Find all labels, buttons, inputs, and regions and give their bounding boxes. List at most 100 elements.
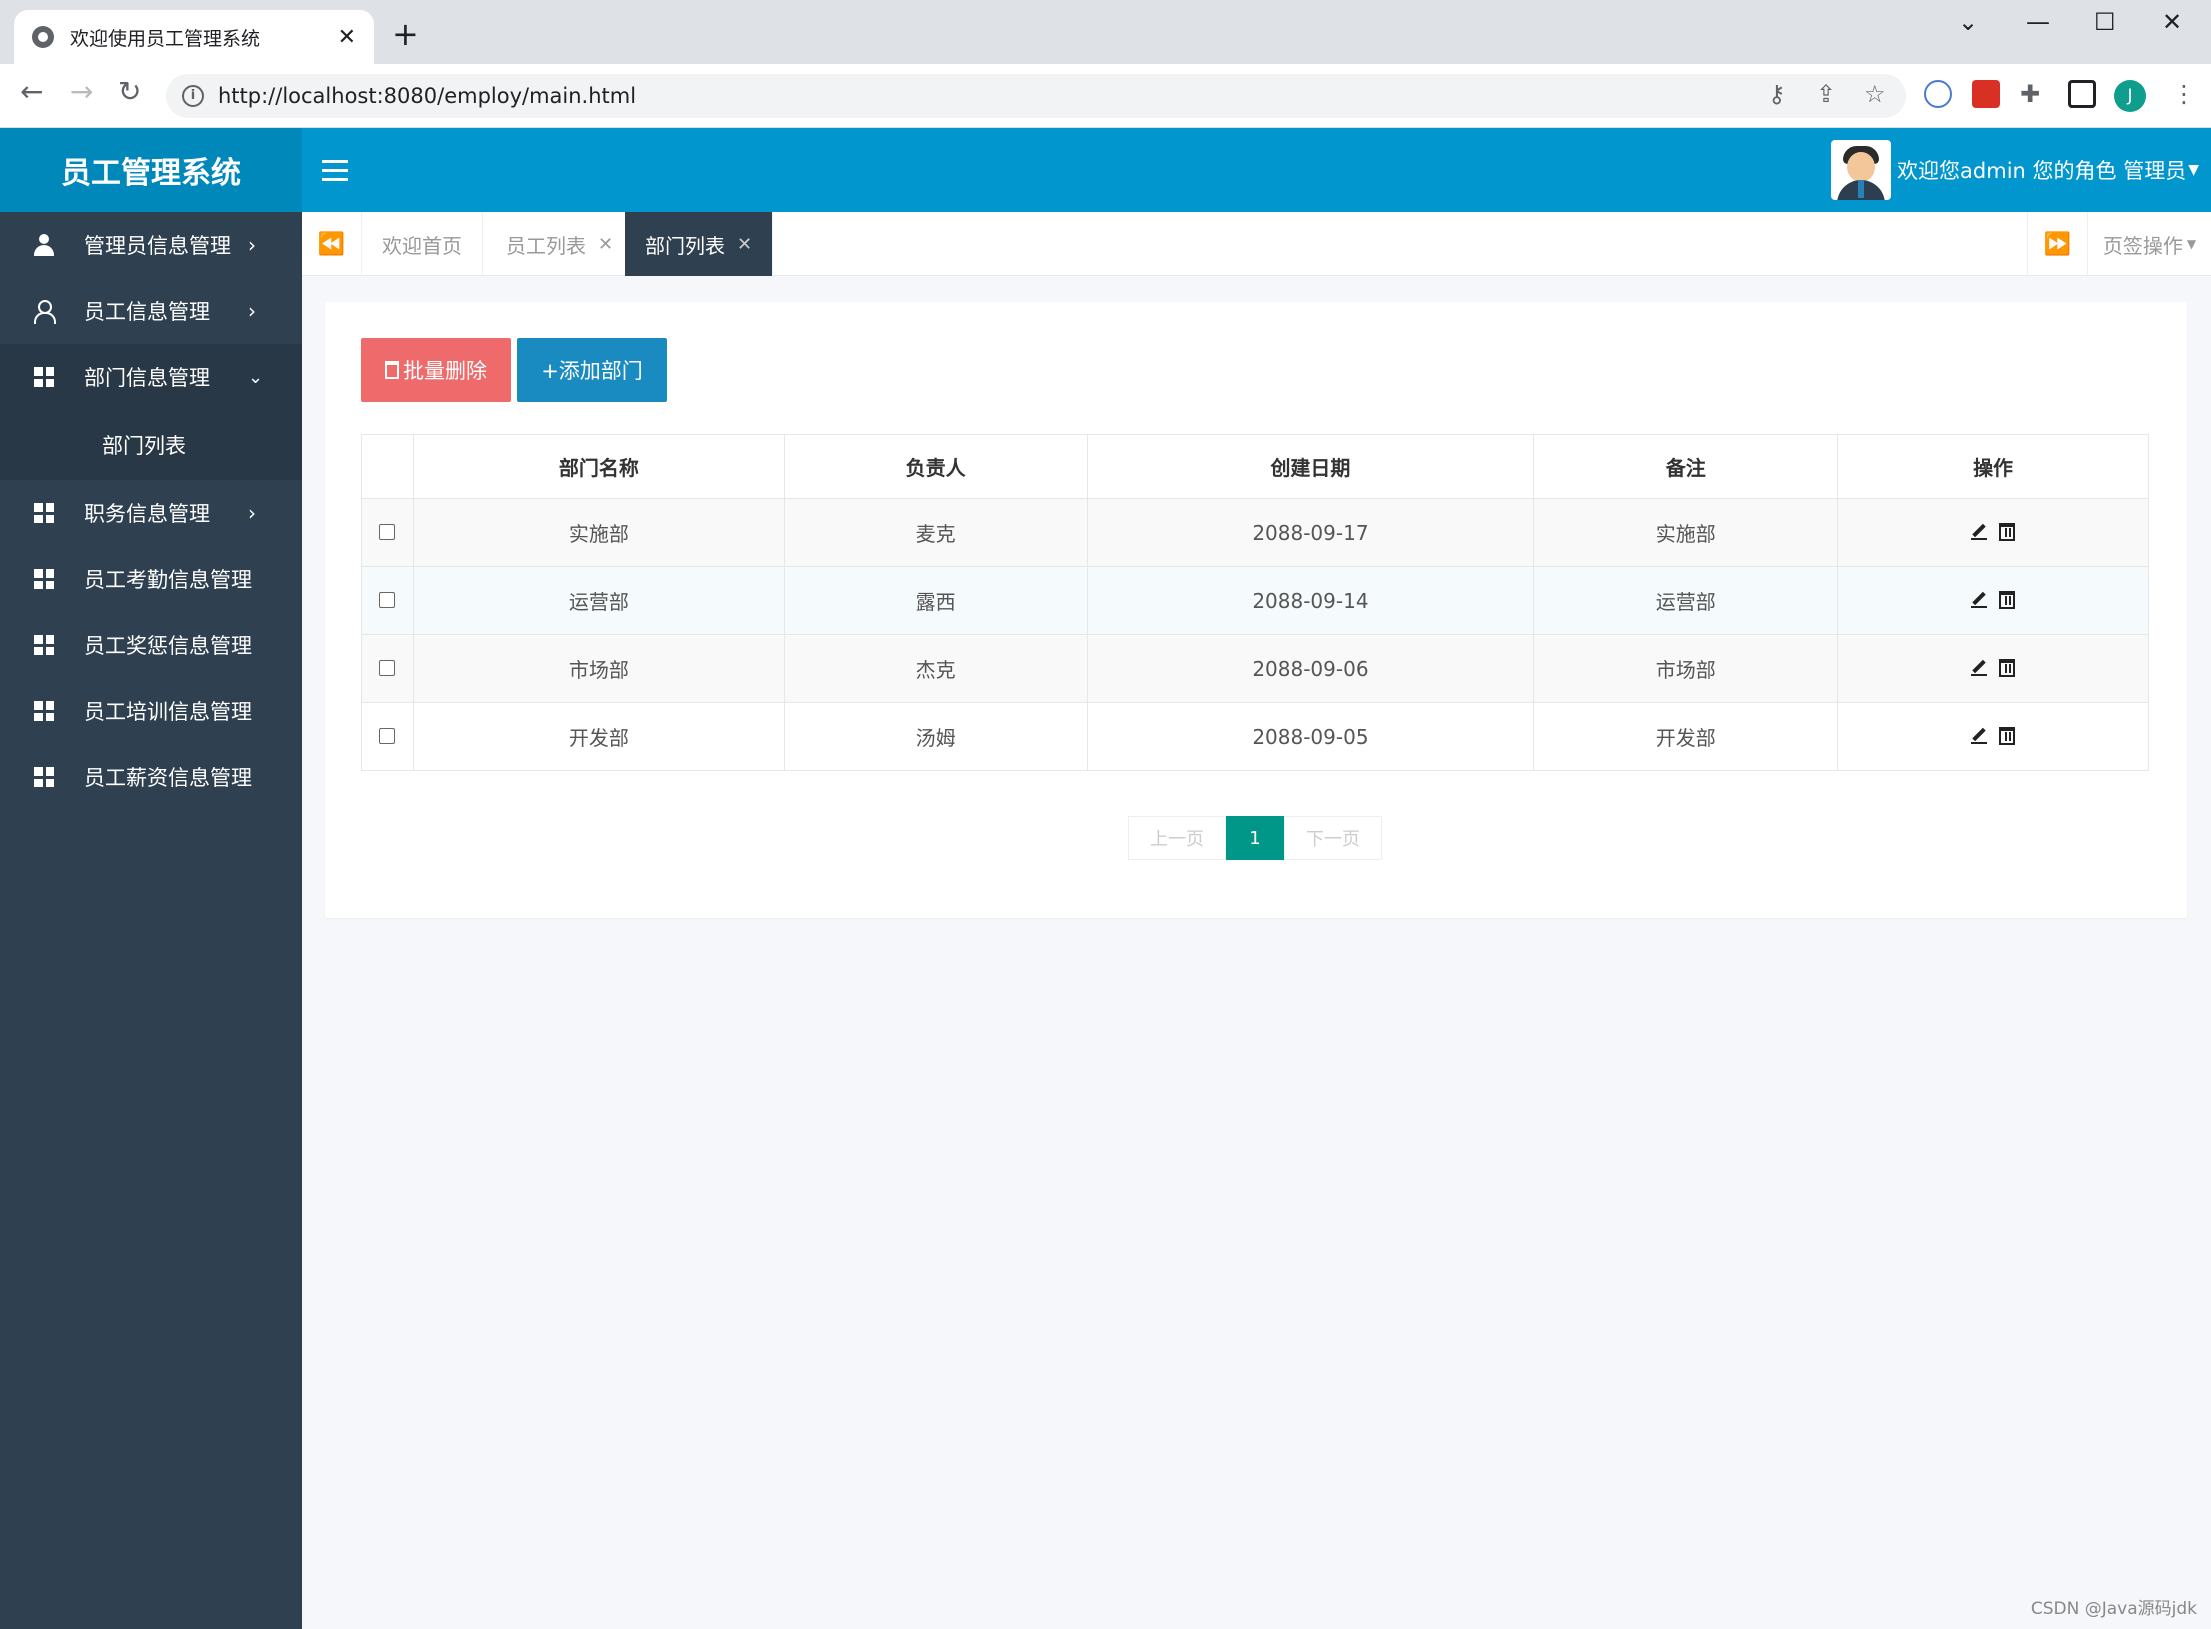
user-welcome-text: 欢迎您admin 您的角色 管理员 xyxy=(1897,159,2187,183)
tab-welcome[interactable]: 欢迎首页 xyxy=(362,212,483,276)
hamburger-icon[interactable] xyxy=(322,152,348,188)
tabs-scroll-right-icon[interactable]: ⏩ xyxy=(2027,212,2087,276)
sidebar-item-label: 管理员信息管理 xyxy=(84,234,231,258)
prev-page-button[interactable]: 上一页 xyxy=(1128,816,1226,860)
caret-down-icon: ▼ xyxy=(2188,162,2199,178)
remark-cell: 运营部 xyxy=(1533,566,1839,635)
grid-icon xyxy=(34,767,54,787)
department-table: 部门名称 负责人 创建日期 备注 操作 实施部 麦克 2088-09-17 实施… xyxy=(361,434,2149,771)
add-department-button[interactable]: +添加部门 xyxy=(517,338,667,402)
remark-cell: 市场部 xyxy=(1533,634,1839,703)
back-icon[interactable]: ← xyxy=(20,78,43,106)
key-icon[interactable]: ⚷ xyxy=(1768,82,1786,106)
edit-icon[interactable] xyxy=(1971,660,1988,676)
url-text: http://localhost:8080/employ/main.html xyxy=(218,84,637,108)
row-checkbox[interactable] xyxy=(379,523,396,540)
batch-delete-button[interactable]: 批量删除 xyxy=(361,338,511,402)
watermark: CSDN @Java源码jdk xyxy=(2030,1599,2197,1619)
menu-dots-icon[interactable]: ⋮ xyxy=(2172,82,2196,106)
dept-name-cell: 实施部 xyxy=(412,498,785,567)
profile-avatar[interactable]: J xyxy=(2114,80,2146,112)
minimize-button[interactable]: — xyxy=(2026,8,2050,36)
logo: 员工管理系统 xyxy=(0,128,302,212)
maximize-button[interactable]: ☐ xyxy=(2094,8,2116,36)
fe-extension-icon[interactable] xyxy=(1972,80,2000,108)
tab-operations-dropdown[interactable]: 页签操作 ▼ xyxy=(2087,212,2211,276)
dept-name-cell: 开发部 xyxy=(412,702,785,771)
sidebar-item-position[interactable]: 职务信息管理 › xyxy=(0,480,302,546)
table-row: 运营部 露西 2088-09-14 运营部 xyxy=(361,566,2149,635)
add-department-label: +添加部门 xyxy=(541,359,643,383)
current-page-button[interactable]: 1 xyxy=(1226,816,1284,860)
trash-icon[interactable] xyxy=(1999,590,2016,609)
tab-dept-list[interactable]: 部门列表 ✕ xyxy=(625,212,774,276)
column-header[interactable]: 负责人 xyxy=(783,434,1088,499)
forward-icon[interactable]: → xyxy=(70,78,93,106)
sidebar-item-department[interactable]: 部门信息管理 ⌄ xyxy=(0,344,302,410)
sidebar-item-employee[interactable]: 员工信息管理 › xyxy=(0,278,302,344)
chevron-right-icon: › xyxy=(248,233,256,257)
browser-tab[interactable]: 欢迎使用员工管理系统 ✕ xyxy=(14,10,374,64)
close-tab-icon[interactable]: ✕ xyxy=(737,234,752,255)
tab-label: 部门列表 xyxy=(645,233,725,258)
sidebar-item-salary[interactable]: 员工薪资信息管理 xyxy=(0,744,302,810)
tab-search-icon[interactable]: ⌄ xyxy=(1958,8,1978,36)
row-checkbox[interactable] xyxy=(379,727,396,744)
edit-icon[interactable] xyxy=(1971,592,1988,608)
created-date-cell: 2088-09-05 xyxy=(1086,702,1535,771)
sidebar-item-attendance[interactable]: 员工考勤信息管理 xyxy=(0,546,302,612)
side-panel-icon[interactable] xyxy=(2068,80,2096,108)
sidebar-subitem-dept-list[interactable]: 部门列表 xyxy=(0,410,302,480)
share-icon[interactable]: ⇪ xyxy=(1816,82,1836,106)
close-tab-icon[interactable]: ✕ xyxy=(598,234,613,255)
star-icon[interactable]: ☆ xyxy=(1864,82,1886,106)
created-date-cell: 2088-09-14 xyxy=(1086,566,1535,635)
sidebar-item-label: 员工薪资信息管理 xyxy=(84,766,252,790)
edit-icon[interactable] xyxy=(1971,524,1988,540)
tab-employee-list[interactable]: 员工列表 ✕ xyxy=(486,212,635,276)
edit-icon[interactable] xyxy=(1971,728,1988,744)
close-tab-icon[interactable]: ✕ xyxy=(338,25,356,50)
sidebar-item-label: 员工信息管理 xyxy=(84,300,210,324)
trash-icon[interactable] xyxy=(1999,726,2016,745)
window-close-button[interactable]: ✕ xyxy=(2162,8,2182,36)
trash-icon[interactable] xyxy=(1999,522,2016,541)
column-header[interactable]: 创建日期 xyxy=(1086,434,1535,499)
chevron-down-icon: ⌄ xyxy=(248,366,264,388)
next-page-button[interactable]: 下一页 xyxy=(1284,816,1382,860)
dept-name-cell: 市场部 xyxy=(412,634,785,703)
site-info-icon[interactable]: i xyxy=(182,85,204,107)
trash-icon[interactable] xyxy=(1999,658,2016,677)
row-checkbox[interactable] xyxy=(379,591,396,608)
new-tab-button[interactable]: + xyxy=(392,18,419,50)
remark-cell: 实施部 xyxy=(1533,498,1839,567)
tabs-scroll-left-icon[interactable]: ⏪ xyxy=(302,212,362,276)
grid-icon xyxy=(34,503,54,523)
grid-icon xyxy=(34,635,54,655)
created-date-cell: 2088-09-17 xyxy=(1086,498,1535,567)
sidebar-item-rewards[interactable]: 员工奖惩信息管理 xyxy=(0,612,302,678)
column-header[interactable]: 部门名称 xyxy=(412,434,785,499)
row-checkbox[interactable] xyxy=(379,659,396,676)
sidebar: 管理员信息管理 › 员工信息管理 › 部门信息管理 ⌄ 部门列表 职务信息管理 … xyxy=(0,212,302,1629)
admin-icon xyxy=(34,234,54,256)
manager-cell: 杰克 xyxy=(783,634,1088,703)
url-field[interactable]: i http://localhost:8080/employ/main.html xyxy=(166,74,1906,118)
tab-label: 欢迎首页 xyxy=(382,233,462,258)
tab-label: 员工列表 xyxy=(506,233,586,258)
grid-icon xyxy=(34,701,54,721)
reload-icon[interactable]: ↻ xyxy=(118,78,141,106)
address-bar: ← → ↻ i http://localhost:8080/employ/mai… xyxy=(0,64,2211,128)
dept-name-cell: 运营部 xyxy=(412,566,785,635)
trash-icon xyxy=(385,361,399,379)
extension-icon[interactable] xyxy=(1924,80,1952,108)
globe-icon xyxy=(32,26,54,48)
app-title: 员工管理系统 xyxy=(61,156,241,191)
tab-ops-label: 页签操作 xyxy=(2102,233,2183,258)
column-header[interactable]: 备注 xyxy=(1533,434,1839,499)
sidebar-item-admin[interactable]: 管理员信息管理 › xyxy=(0,212,302,278)
puzzle-icon[interactable]: ✚ xyxy=(2020,82,2040,106)
sidebar-item-training[interactable]: 员工培训信息管理 xyxy=(0,678,302,744)
user-menu[interactable]: 欢迎您admin 您的角色 管理员 ▼ xyxy=(1831,136,2199,204)
user-icon xyxy=(34,300,56,324)
